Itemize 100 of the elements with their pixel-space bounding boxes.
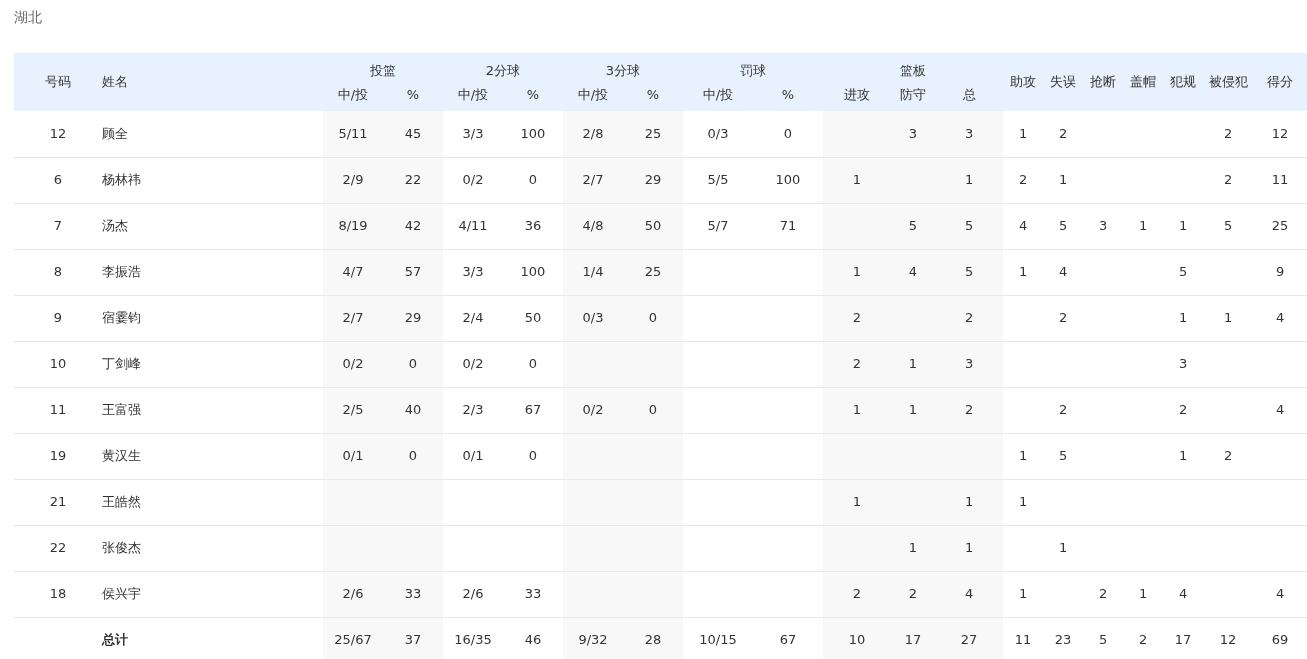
table-cell: 1 [908,356,918,372]
column-header: 盖帽 [1130,74,1157,90]
table-cell: 29 [404,310,422,326]
table-cell: 5 [1058,448,1068,464]
table-cell: 0/3 [707,126,729,141]
table-cell: 18 [49,586,67,602]
table-cell: 16/35 [454,632,492,648]
table-cell: 19 [49,448,67,464]
table-cell: 1 [964,540,974,556]
table-cell: 10 [49,356,67,372]
column-header: 失误 [1050,74,1077,90]
table-cell: 0 [408,448,418,464]
table-cell: 0/2 [342,356,364,372]
table-cell: 1 [1178,448,1188,464]
table-cell: 1 [852,172,862,188]
table-cell: 5/7 [707,218,729,234]
table-cell: 5/11 [338,126,368,141]
table-cell: 5 [964,264,974,280]
column-header: % [646,86,660,102]
player-name: 顾全 [102,126,128,141]
table-cell: 5 [1058,218,1068,234]
table-cell: 0/2 [462,172,484,188]
player-name: 杨林祎 [102,172,141,188]
table-cell: 2 [1223,448,1233,464]
player-name: 黄汉生 [102,448,141,464]
player-name: 李振浩 [102,264,141,280]
table-cell: 1 [1018,494,1028,510]
team-title: 湖北 [14,9,42,25]
column-group-header: 2分球 [485,62,521,78]
table-cell: 2/3 [462,402,484,418]
table-cell: 17 [1174,632,1192,648]
table-cell: 33 [524,586,542,602]
player-name: 王富强 [102,402,141,418]
table-cell: 2/7 [582,172,604,188]
table-cell: 7 [53,218,63,234]
table-cell: 1 [908,540,918,556]
table-cell: 2 [1018,172,1028,188]
player-name: 总计 [102,632,128,648]
table-cell: 11 [1271,172,1289,188]
table-cell: 1 [1058,540,1068,556]
table-cell: 4 [1058,264,1068,280]
table-cell: 23 [1054,632,1072,648]
table-cell: 57 [404,264,422,280]
table-cell: 10 [848,632,866,648]
table-cell: 0 [783,126,793,141]
table-cell: 1 [1223,310,1233,326]
table-cell: 25 [1271,218,1289,234]
table-cell: 36 [524,218,542,234]
table-cell: 2 [1058,126,1068,141]
table-cell: 4 [1275,586,1285,602]
table-cell: 5/5 [707,172,729,188]
table-cell: 1 [1178,218,1188,234]
column-header: 被侵犯 [1208,74,1248,90]
column-header: 姓名 [102,74,128,90]
table-cell: 69 [1271,632,1289,648]
table-cell: 2 [964,402,974,418]
table-cell: 100 [520,126,546,141]
table-cell: 25/67 [334,632,372,648]
table-cell: 9 [1275,264,1285,280]
table-cell: 2 [852,356,862,372]
table-cell: 6 [53,172,63,188]
column-header: 犯规 [1170,74,1197,90]
table-cell: 4 [1178,586,1188,602]
table-cell: 2/5 [342,402,364,418]
table-cell: 1 [852,264,862,280]
table-cell: 4/7 [342,264,364,280]
column-header: 中/投 [702,86,734,102]
table-cell: 67 [779,632,797,648]
table-cell: 11 [1014,632,1032,648]
table-cell: 12 [1219,632,1237,648]
column-group-header: 投篮 [370,62,396,78]
column-header: % [406,86,420,102]
table-cell: 1 [852,494,862,510]
player-name: 王皓然 [102,494,141,510]
player-name: 侯兴宇 [102,586,141,602]
column-header: 进攻 [844,86,870,102]
table-cell: 2 [1223,172,1233,188]
table-cell: 67 [524,402,542,418]
column-header: 中/投 [577,86,609,102]
table-cell: 17 [904,632,922,648]
table-cell: 5 [964,218,974,234]
table-cell: 1 [1018,264,1028,280]
table-cell: 21 [49,494,67,510]
table-cell: 4/8 [582,218,604,234]
table-cell: 71 [779,218,797,234]
table-cell: 2 [852,586,862,602]
column-header: 中/投 [457,86,489,102]
table-cell: 33 [404,586,422,602]
column-header: % [526,86,540,102]
table-cell: 3 [1098,218,1108,234]
table-cell: 3 [1178,356,1188,372]
table-cell: 0/1 [342,448,364,464]
table-cell: 4 [1018,218,1028,234]
table-cell: 4 [964,586,974,602]
column-group-header: 篮板 [900,62,926,78]
table-cell: 2/8 [582,126,604,141]
table-cell: 8 [53,264,63,280]
table-cell: 0 [528,172,538,188]
table-cell: 0 [528,356,538,372]
table-cell: 27 [960,632,978,648]
